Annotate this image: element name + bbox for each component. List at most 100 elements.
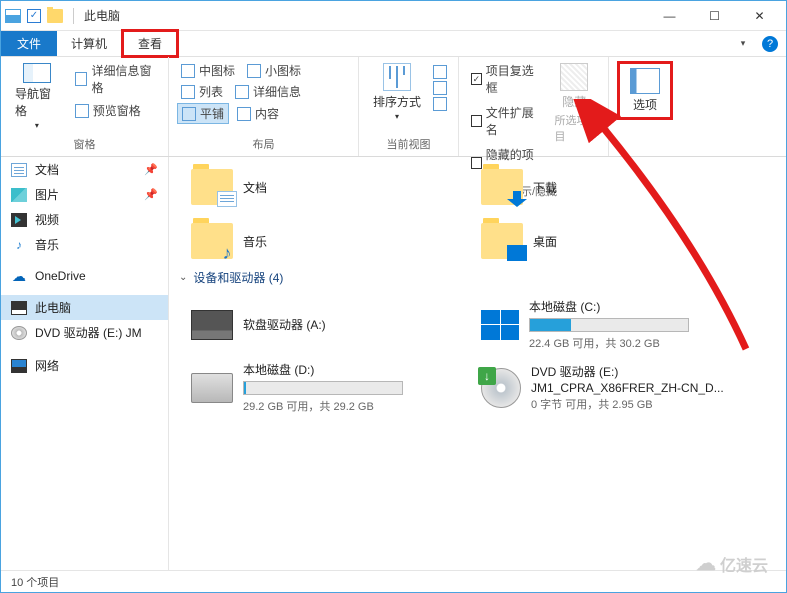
main-pane: 文档 下载 ♪ 音乐 桌面 ⌄ 设备和驱动器 (4) 软盘驱动器 <box>169 157 786 570</box>
folder-desktop[interactable]: 桌面 <box>477 219 737 263</box>
sidebar-item-label: 此电脑 <box>35 299 71 316</box>
preview-pane-button[interactable]: 预览窗格 <box>71 101 160 120</box>
minimize-ribbon-icon[interactable]: ▾ <box>734 37 752 51</box>
sidebar-item-1[interactable]: 图片 📌 <box>1 182 168 207</box>
options-button[interactable]: 选项 <box>624 66 666 115</box>
tiles-icon <box>182 107 196 121</box>
pc-icon <box>11 301 27 315</box>
help-icon[interactable]: ? <box>762 36 778 52</box>
windows-logo-icon <box>481 310 519 340</box>
group-options: 选项 <box>609 57 681 156</box>
sidebar-item-label: 视频 <box>35 211 59 228</box>
titlebar: ✓ 此电脑 — ☐ ✕ <box>1 1 786 31</box>
folder-icon <box>481 169 523 205</box>
tab-file[interactable]: 文件 <box>1 31 57 56</box>
onedrive-icon: ☁ <box>11 269 27 283</box>
sidebar-item-4[interactable]: ☁ OneDrive <box>1 265 168 287</box>
sidebar-item-0[interactable]: 文档📌 <box>1 157 168 182</box>
folder-icon: ♪ <box>191 223 233 259</box>
group-panes: 导航窗格 ▾ 详细信息窗格 预览窗格 窗格 <box>1 57 169 156</box>
folder-music[interactable]: ♪ 音乐 <box>187 219 447 263</box>
content-icon <box>237 107 251 121</box>
options-highlight: 选项 <box>617 61 673 120</box>
statusbar: 10 个项目 <box>1 570 786 592</box>
maximize-button[interactable]: ☐ <box>692 2 737 30</box>
close-button[interactable]: ✕ <box>737 2 782 30</box>
folders-row-1: 文档 下载 <box>187 165 768 209</box>
dropdown-arrow-icon: ▾ <box>35 121 39 130</box>
groupby-icon[interactable] <box>433 97 447 111</box>
nav-pane-label: 导航窗格 <box>15 85 59 119</box>
group-label-layout: 布局 <box>177 134 350 154</box>
tab-computer[interactable]: 计算机 <box>57 31 121 56</box>
floppy-icon <box>191 310 233 340</box>
layout-medium-icons[interactable]: 中图标 <box>177 61 239 80</box>
sidebar-item-label: 网络 <box>35 357 59 374</box>
dvd-icon <box>11 326 27 340</box>
desktop-overlay-icon <box>507 245 527 261</box>
system-icon[interactable] <box>5 9 21 23</box>
hide-icon <box>560 63 588 91</box>
group-layout: 中图标 小图标 列表 详细信息 平铺 内容 布局 <box>169 57 359 156</box>
drive-floppy-a[interactable]: 软盘驱动器 (A:) <box>187 294 447 355</box>
doc-icon <box>11 163 27 177</box>
layout-list[interactable]: 列表 <box>177 82 227 101</box>
tab-view[interactable]: 查看 <box>121 29 179 58</box>
sidebar-item-7[interactable]: 网络 <box>1 353 168 378</box>
group-showhide: ✓项目复选框 文件扩展名 隐藏的项目 隐藏 所选项目 显示/隐藏 <box>459 57 609 156</box>
preview-pane-icon <box>75 104 89 118</box>
nav-pane-button[interactable]: 导航窗格 ▾ <box>9 61 65 132</box>
folder-icon <box>47 9 63 23</box>
drive-local-c[interactable]: 本地磁盘 (C:) 22.4 GB 可用，共 30.2 GB <box>477 294 737 355</box>
layout-details[interactable]: 详细信息 <box>231 82 305 101</box>
toggle-file-extensions[interactable]: 文件扩展名 <box>467 103 542 139</box>
options-icon <box>630 68 660 94</box>
folder-icon <box>191 169 233 205</box>
folder-downloads[interactable]: 下载 <box>477 165 737 209</box>
net-icon <box>11 359 27 373</box>
status-text: 10 个项目 <box>11 574 59 590</box>
sort-by-button[interactable]: 排序方式 ▾ <box>367 61 427 123</box>
layout-small-icons[interactable]: 小图标 <box>243 61 305 80</box>
usage-bar <box>529 318 689 332</box>
checkbox-icon <box>471 115 482 127</box>
hide-selected-button: 隐藏 所选项目 <box>548 61 600 146</box>
minimize-button[interactable]: — <box>647 2 692 30</box>
sizecols-icon[interactable] <box>433 81 447 95</box>
pic-icon <box>11 188 27 202</box>
pin-icon: 📌 <box>144 163 158 176</box>
medium-icons-icon <box>181 64 195 78</box>
pin-icon: 📌 <box>144 188 158 201</box>
cloud-icon: ☁ <box>696 551 716 576</box>
drive-dvd-e[interactable]: ↓ DVD 驱动器 (E:) JM1_CPRA_X86FRER_ZH-CN_D.… <box>477 357 737 418</box>
group-label-view: 当前视图 <box>367 134 450 154</box>
usage-bar <box>243 381 403 395</box>
toggle-item-checkboxes[interactable]: ✓项目复选框 <box>467 61 542 97</box>
sidebar-item-3[interactable]: ♪音乐 <box>1 232 168 257</box>
hdd-icon <box>191 373 233 403</box>
sidebar-item-label: 图片 <box>35 186 59 203</box>
drive-local-d[interactable]: 本地磁盘 (D:) 29.2 GB 可用，共 29.2 GB <box>187 357 447 418</box>
sidebar-item-6[interactable]: DVD 驱动器 (E:) JM <box>1 320 168 345</box>
body: 文档📌图片📌视频♪音乐☁OneDrive此电脑DVD 驱动器 (E:) JM网络… <box>1 157 786 570</box>
layout-content[interactable]: 内容 <box>233 103 283 124</box>
sidebar-item-5[interactable]: 此电脑 <box>1 295 168 320</box>
group-label-panes: 窗格 <box>9 134 160 154</box>
layout-tiles[interactable]: 平铺 <box>177 103 229 124</box>
sidebar-item-label: 音乐 <box>35 236 59 253</box>
music-overlay-icon: ♪ <box>217 245 237 261</box>
sidebar-item-2[interactable]: 视频 <box>1 207 168 232</box>
download-overlay-icon <box>507 191 527 207</box>
folder-documents[interactable]: 文档 <box>187 165 447 209</box>
qa-checkbox-icon[interactable]: ✓ <box>27 9 41 23</box>
small-icons-icon <box>247 64 261 78</box>
divider <box>73 8 74 24</box>
folder-icon <box>481 223 523 259</box>
folders-row-2: ♪ 音乐 桌面 <box>187 219 768 263</box>
details-pane-button[interactable]: 详细信息窗格 <box>71 61 160 97</box>
addcols-icon[interactable] <box>433 65 447 79</box>
vid-icon <box>11 213 27 227</box>
devices-section-header[interactable]: ⌄ 设备和驱动器 (4) <box>179 269 768 286</box>
group-currentview: 排序方式 ▾ 当前视图 <box>359 57 459 156</box>
sidebar-item-label: OneDrive <box>35 269 86 283</box>
